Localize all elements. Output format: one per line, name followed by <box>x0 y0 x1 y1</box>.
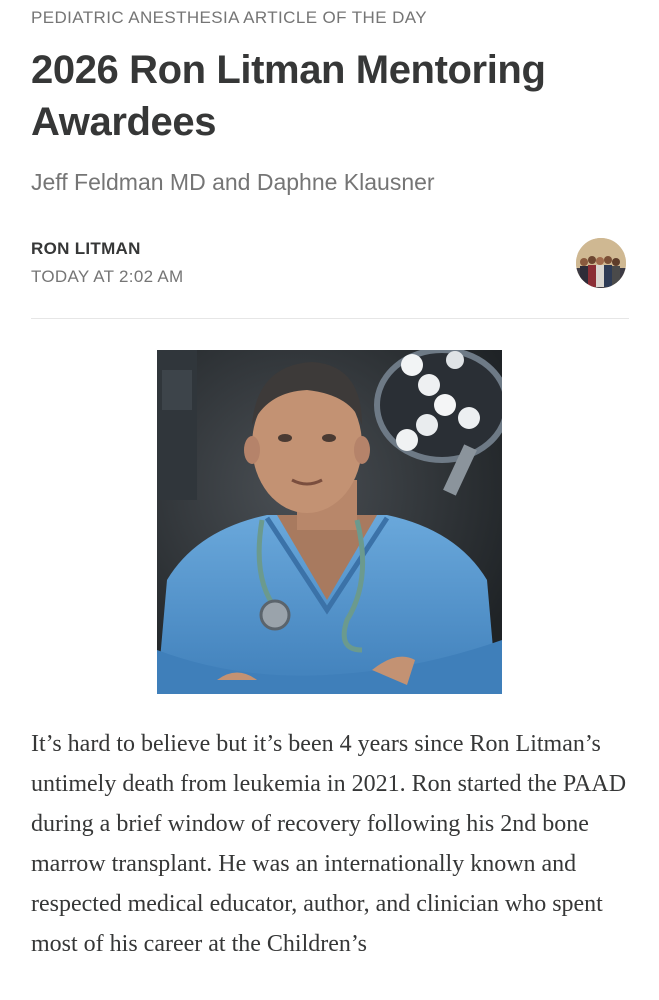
header-divider <box>31 318 629 319</box>
byline: RON LITMAN TODAY AT 2:02 AM <box>31 237 184 293</box>
author-avatar[interactable] <box>576 238 626 288</box>
article-title: 2026 Ron Litman Mentoring Awardees <box>31 48 546 144</box>
avatar-image <box>576 238 626 288</box>
publication-kicker[interactable]: PEDIATRIC ANESTHESIA ARTICLE OF THE DAY <box>31 8 427 28</box>
article-subtitle: Jeff Feldman MD and Daphne Klausner <box>31 169 435 195</box>
post-date: TODAY AT 2:02 AM <box>31 267 184 286</box>
portrait-image <box>157 350 502 694</box>
author-name[interactable]: RON LITMAN <box>31 237 184 261</box>
article-photo[interactable] <box>157 350 502 694</box>
article-body: It’s hard to believe but it’s been 4 yea… <box>31 731 627 957</box>
article-page: PEDIATRIC ANESTHESIA ARTICLE OF THE DAY … <box>0 0 659 1000</box>
